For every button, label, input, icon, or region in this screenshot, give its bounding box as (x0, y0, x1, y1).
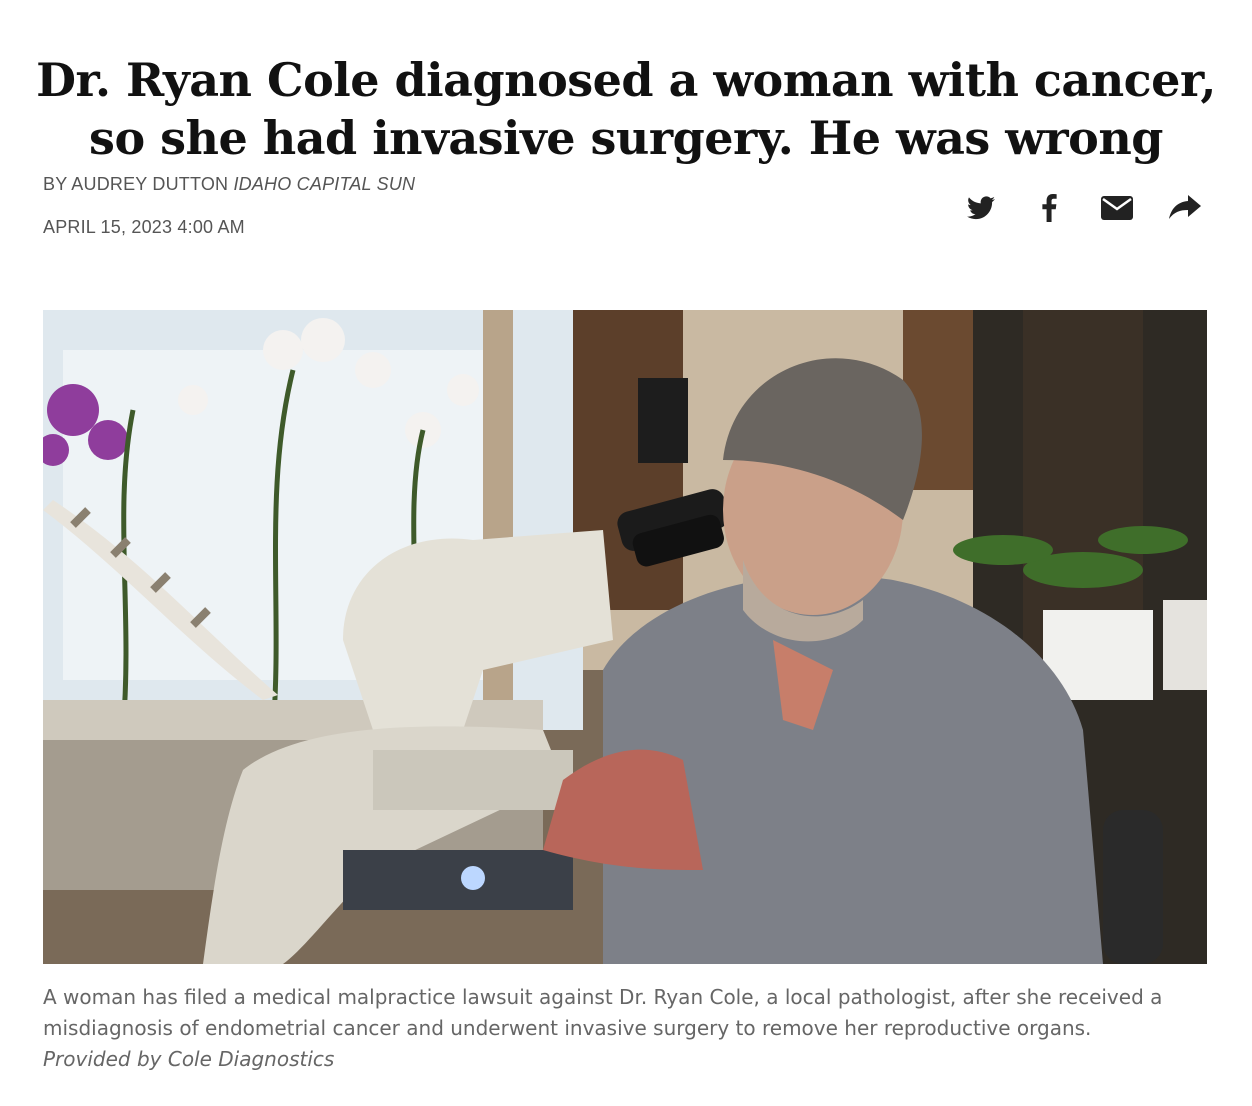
article-photo[interactable] (43, 310, 1207, 964)
microscope-scene-image (43, 310, 1207, 964)
photo-caption: A woman has filed a medical malpractice … (43, 982, 1213, 1075)
author-name[interactable]: By Audrey Dutton (43, 174, 228, 194)
headline-line-2: so she had invasive surgery. He was wron… (89, 110, 1163, 165)
more-share-button[interactable] (1162, 190, 1208, 226)
email-share-button[interactable] (1094, 190, 1140, 226)
facebook-icon (1042, 194, 1057, 222)
share-arrow-icon (1169, 195, 1201, 219)
caption-text: A woman has filed a medical malpractice … (43, 985, 1163, 1040)
email-icon (1101, 196, 1133, 220)
twitter-share-button[interactable] (958, 190, 1004, 226)
byline: By Audrey Dutton Idaho Capital Sun (43, 174, 415, 195)
share-bar (936, 190, 1208, 226)
photo-credit: Provided by Cole Diagnostics (43, 1047, 335, 1071)
publish-date: April 15, 2023 4:00 AM (43, 217, 245, 237)
article-headline: Dr. Ryan Cole diagnosed a woman with can… (20, 51, 1232, 167)
facebook-share-button[interactable] (1026, 190, 1072, 226)
outlet-name[interactable]: Idaho Capital Sun (233, 174, 415, 194)
twitter-icon (967, 196, 995, 220)
headline-line-1: Dr. Ryan Cole diagnosed a woman with can… (36, 52, 1216, 107)
